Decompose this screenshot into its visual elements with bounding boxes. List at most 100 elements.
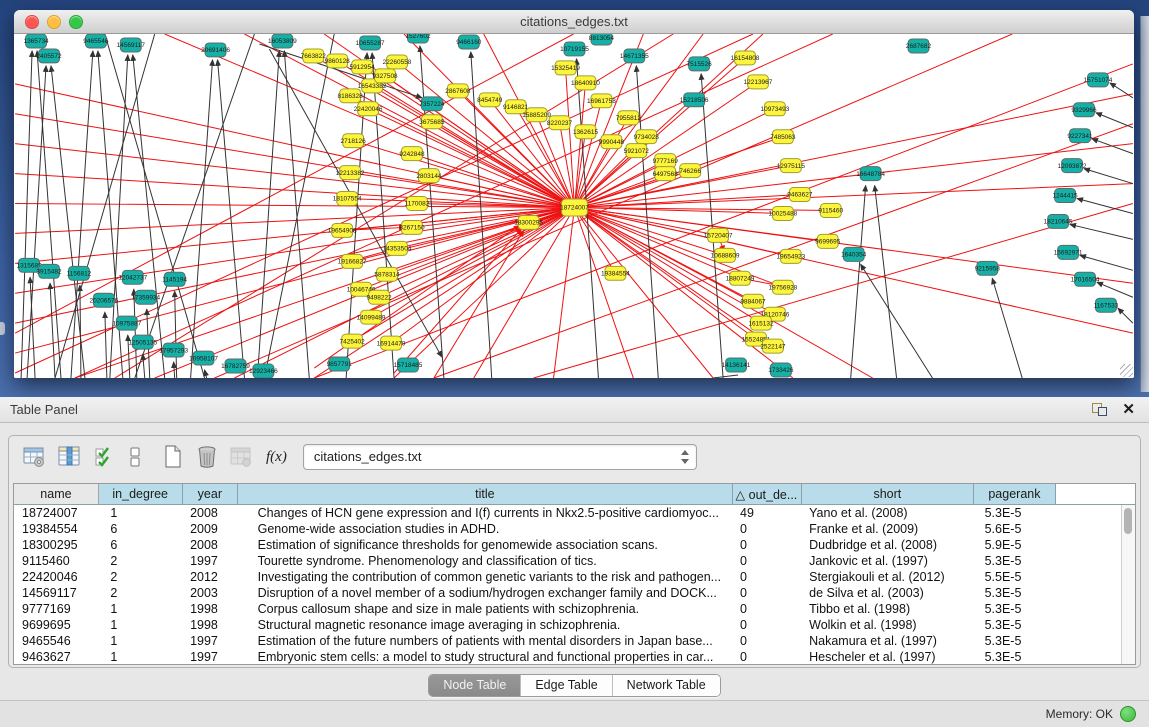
network-window-titlebar[interactable]: citations_edges.txt (14, 10, 1134, 34)
table-cell[interactable]: 9699695 (14, 617, 98, 633)
select-all-icon[interactable] (91, 444, 117, 470)
table-vertical-scrollbar[interactable] (1121, 505, 1135, 664)
table-row[interactable]: 1938455462009Genome-wide association stu… (14, 521, 1135, 537)
table-cell[interactable]: 49 (732, 505, 801, 522)
table-cell[interactable]: 5.3E-5 (974, 617, 1056, 633)
table-cell[interactable]: 9115460 (14, 553, 98, 569)
table-row[interactable]: 2242004622012Investigating the contribut… (14, 569, 1135, 585)
table-settings-icon[interactable] (21, 444, 47, 470)
table-cell[interactable]: 2008 (182, 505, 238, 522)
table-cell[interactable]: 1997 (182, 649, 238, 665)
column-header[interactable]: short (801, 484, 973, 505)
table-cell[interactable]: 1997 (182, 633, 238, 649)
table-cell[interactable]: 1997 (182, 553, 238, 569)
table-cell[interactable]: 19384554 (14, 521, 98, 537)
table-cell[interactable]: Disruption of a novel member of a sodium… (238, 585, 732, 601)
table-cell[interactable]: 9465546 (14, 633, 98, 649)
scrollbar-thumb[interactable] (1124, 508, 1132, 534)
table-cell[interactable]: 1 (98, 617, 182, 633)
table-row[interactable]: 911546021997Tourette syndrome. Phenomeno… (14, 553, 1135, 569)
table-cell[interactable]: 0 (732, 633, 801, 649)
table-row[interactable]: 946554611997Estimation of the future num… (14, 633, 1135, 649)
table-cell[interactable]: Tourette syndrome. Phenomenology and cla… (238, 553, 732, 569)
table-cell[interactable]: 6 (98, 521, 182, 537)
table-cell[interactable]: 2012 (182, 569, 238, 585)
table-cell[interactable]: 0 (732, 553, 801, 569)
table-cell[interactable]: Stergiakouli et al. (2012) (801, 569, 973, 585)
table-cell[interactable]: 0 (732, 649, 801, 665)
table-cell[interactable]: Tibbo et al. (1998) (801, 601, 973, 617)
table-cell[interactable]: 22420046 (14, 569, 98, 585)
table-cell[interactable]: 9463627 (14, 649, 98, 665)
table-cell[interactable]: 0 (732, 569, 801, 585)
tab-edge-table[interactable]: Edge Table (521, 675, 612, 696)
table-cell[interactable]: 2 (98, 553, 182, 569)
column-header[interactable]: △ out_de... (732, 484, 801, 505)
network-view-window[interactable]: citations_edges.txt 13657342405572946554… (14, 10, 1134, 378)
new-document-icon[interactable] (160, 444, 186, 470)
window-resize-grip[interactable] (1120, 364, 1133, 377)
table-row[interactable]: 1830029562008Estimation of significance … (14, 537, 1135, 553)
table-cell[interactable]: Franke et al. (2009) (801, 521, 973, 537)
memory-status-indicator[interactable] (1120, 706, 1136, 722)
table-row[interactable]: 946362711997Embryonic stem cells: a mode… (14, 649, 1135, 665)
column-header[interactable]: in_degree (98, 484, 182, 505)
table-cell[interactable]: 0 (732, 601, 801, 617)
table-cell[interactable]: Investigating the contribution of common… (238, 569, 732, 585)
table-cell[interactable]: 5.3E-5 (974, 553, 1056, 569)
table-cell[interactable]: 5.3E-5 (974, 505, 1056, 522)
table-cell[interactable]: Wolkin et al. (1998) (801, 617, 973, 633)
column-header[interactable]: pagerank (974, 484, 1056, 505)
table-cell[interactable]: de Silva et al. (2003) (801, 585, 973, 601)
table-cell[interactable]: Embryonic stem cells: a model to study s… (238, 649, 732, 665)
table-row[interactable]: 1872400712008Changes of HCN gene express… (14, 505, 1135, 522)
table-cell[interactable]: 18724007 (14, 505, 98, 522)
table-cell[interactable]: Nakamura et al. (1997) (801, 633, 973, 649)
table-cell[interactable]: 2009 (182, 521, 238, 537)
table-cell[interactable]: Hescheler et al. (1997) (801, 649, 973, 665)
table-row[interactable]: 977716911998Corpus callosum shape and si… (14, 601, 1135, 617)
table-cell[interactable]: 0 (732, 585, 801, 601)
table-cell[interactable]: 6 (98, 537, 182, 553)
table-cell[interactable]: 0 (732, 617, 801, 633)
table-cell[interactable]: Structural magnetic resonance image aver… (238, 617, 732, 633)
table-cell[interactable]: Estimation of the future numbers of pati… (238, 633, 732, 649)
delete-trash-icon[interactable] (194, 444, 220, 470)
table-cell[interactable]: Changes of HCN gene expression and I(f) … (238, 505, 732, 522)
table-cell[interactable]: 0 (732, 521, 801, 537)
table-cell[interactable]: 2 (98, 569, 182, 585)
table-cell[interactable]: Genome-wide association studies in ADHD. (238, 521, 732, 537)
table-cell[interactable]: 5.3E-5 (974, 649, 1056, 665)
float-panel-icon[interactable] (1092, 403, 1107, 416)
graph-canvas[interactable]: 1365734240557294655461456911720691406160… (14, 34, 1134, 378)
table-row[interactable]: 1456911722003Disruption of a novel membe… (14, 585, 1135, 601)
table-cell[interactable]: 18300295 (14, 537, 98, 553)
table-cell[interactable]: 5.6E-5 (974, 521, 1056, 537)
function-builder-icon[interactable]: f(x) (266, 449, 287, 466)
table-cell[interactable]: 5.3E-5 (974, 633, 1056, 649)
table-cell[interactable]: 9777169 (14, 601, 98, 617)
column-header[interactable]: title (238, 484, 732, 505)
table-cell[interactable]: Corpus callosum shape and size in male p… (238, 601, 732, 617)
close-panel-icon[interactable]: ✕ (1122, 400, 1135, 418)
table-cell[interactable]: 2008 (182, 537, 238, 553)
table-source-dropdown[interactable]: citations_edges.txt (303, 444, 697, 470)
table-cell[interactable]: Dudbridge et al. (2008) (801, 537, 973, 553)
table-cell[interactable]: 0 (732, 537, 801, 553)
table-row[interactable]: 969969511998Structural magnetic resonanc… (14, 617, 1135, 633)
unselect-rows-icon[interactable] (126, 444, 144, 470)
table-cell[interactable]: 5.3E-5 (974, 601, 1056, 617)
column-header[interactable]: year (182, 484, 238, 505)
table-cell[interactable]: 1 (98, 601, 182, 617)
select-columns-icon[interactable] (56, 444, 82, 470)
table-cell[interactable]: 2 (98, 585, 182, 601)
table-cell[interactable]: 1998 (182, 617, 238, 633)
table-cell[interactable]: Yano et al. (2008) (801, 505, 973, 522)
table-cell[interactable]: 5.9E-5 (974, 537, 1056, 553)
table-cell[interactable]: 5.3E-5 (974, 585, 1056, 601)
table-cell[interactable]: 1 (98, 633, 182, 649)
table-cell[interactable]: Jankovic et al. (1997) (801, 553, 973, 569)
table-cell[interactable]: 14569117 (14, 585, 98, 601)
tab-network-table[interactable]: Network Table (613, 675, 720, 696)
table-cell[interactable]: Estimation of significance thresholds fo… (238, 537, 732, 553)
